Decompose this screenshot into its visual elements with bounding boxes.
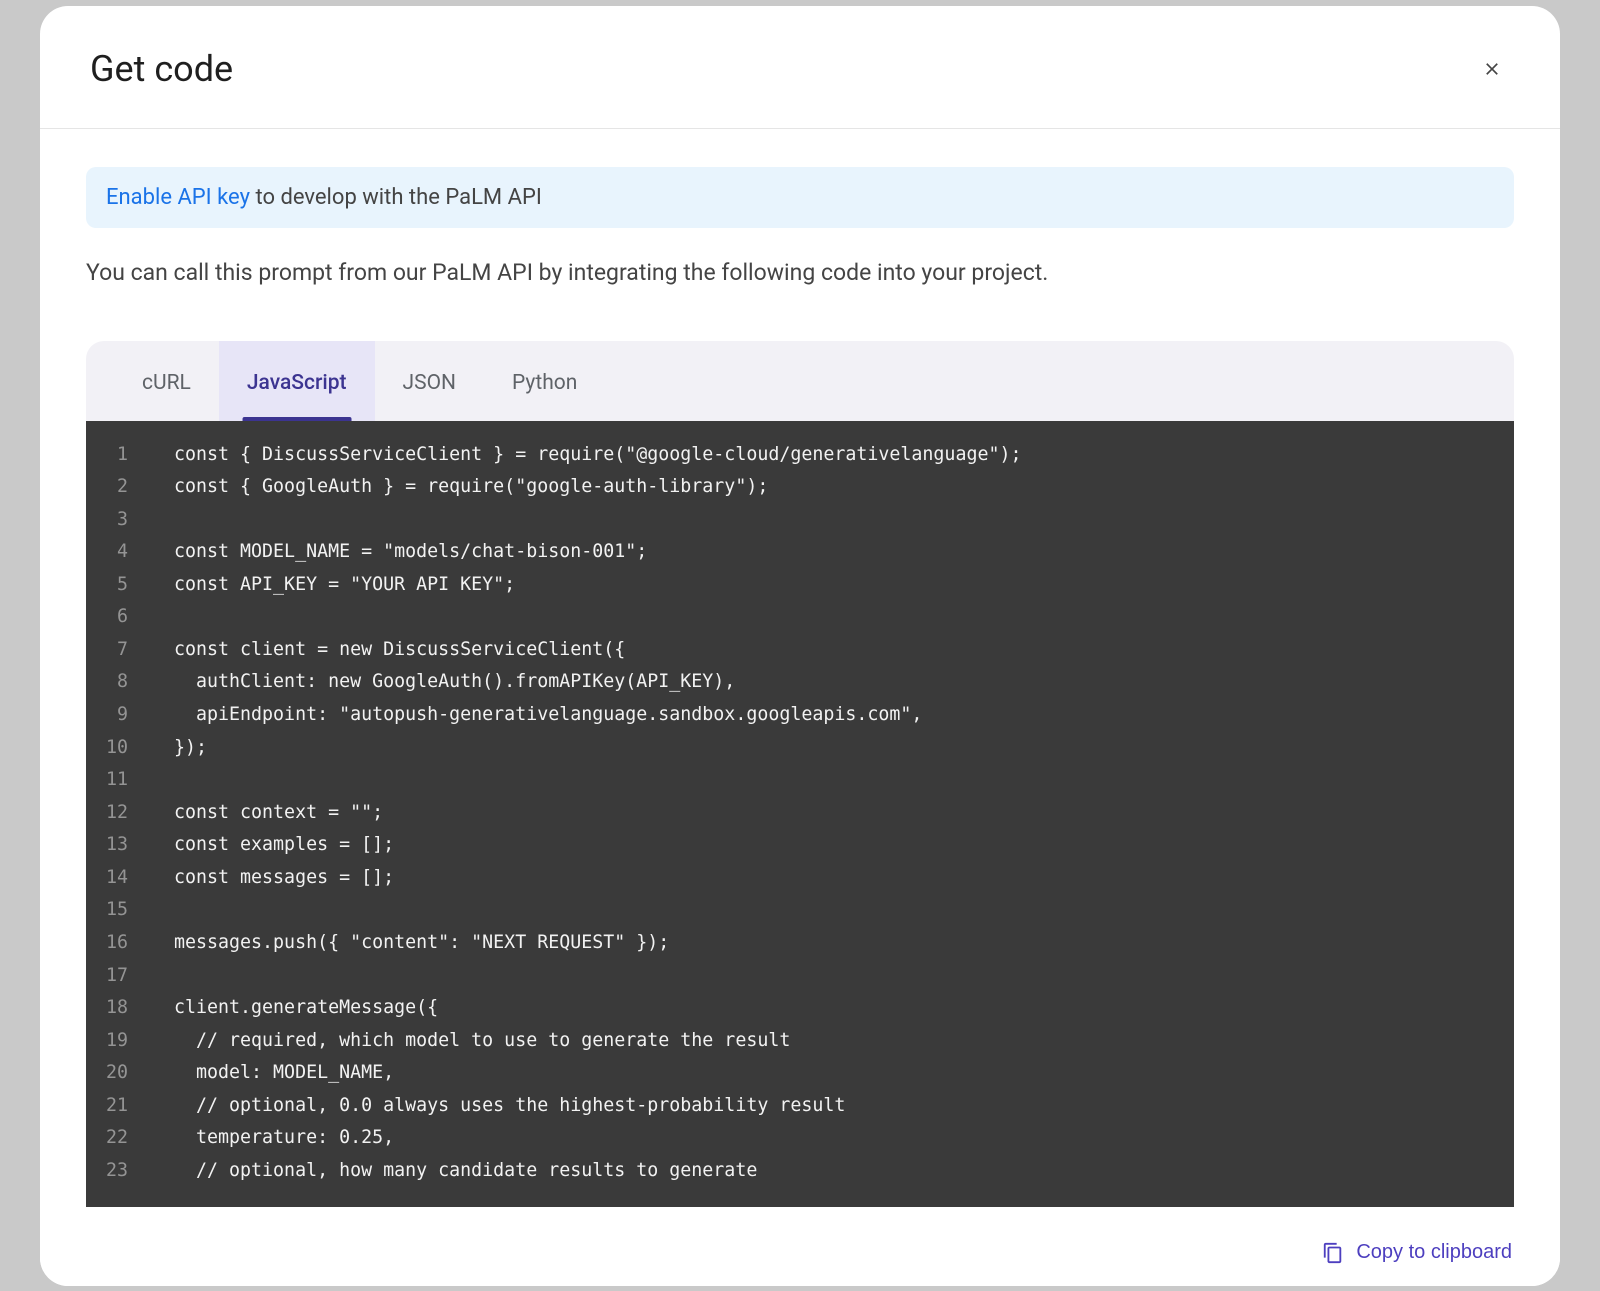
code-line: 1const { DiscussServiceClient } = requir… (86, 439, 1514, 472)
line-number: 7 (86, 634, 146, 667)
code-text: // optional, how many candidate results … (146, 1155, 757, 1188)
code-line: 15 (86, 894, 1514, 927)
code-text: // optional, 0.0 always uses the highest… (146, 1090, 845, 1123)
code-card: cURL JavaScript JSON Python 1const { Dis… (86, 341, 1514, 1208)
modal-footer: Copy to clipboard (40, 1207, 1560, 1286)
code-text: const client = new DiscussServiceClient(… (146, 634, 625, 667)
line-number: 21 (86, 1090, 146, 1123)
code-text: const examples = []; (146, 829, 394, 862)
code-line: 23 // optional, how many candidate resul… (86, 1155, 1514, 1188)
code-text: model: MODEL_NAME, (146, 1057, 394, 1090)
modal-body: Enable API key to develop with the PaLM … (40, 129, 1560, 1207)
line-number: 23 (86, 1155, 146, 1188)
tab-json[interactable]: JSON (375, 341, 484, 421)
code-text (146, 504, 174, 537)
line-number: 2 (86, 471, 146, 504)
line-number: 5 (86, 569, 146, 602)
code-line: 12const context = ""; (86, 797, 1514, 830)
code-line: 20 model: MODEL_NAME, (86, 1057, 1514, 1090)
line-number: 3 (86, 504, 146, 537)
code-line: 17 (86, 960, 1514, 993)
code-line: 7const client = new DiscussServiceClient… (86, 634, 1514, 667)
copy-to-clipboard-button[interactable]: Copy to clipboard (1310, 1233, 1524, 1272)
line-number: 8 (86, 666, 146, 699)
code-text (146, 960, 174, 993)
code-line: 22 temperature: 0.25, (86, 1122, 1514, 1155)
api-key-banner: Enable API key to develop with the PaLM … (86, 167, 1514, 228)
code-line: 13const examples = []; (86, 829, 1514, 862)
line-number: 17 (86, 960, 146, 993)
code-text: const { GoogleAuth } = require("google-a… (146, 471, 768, 504)
tab-python[interactable]: Python (484, 341, 605, 421)
code-line: 4const MODEL_NAME = "models/chat-bison-0… (86, 536, 1514, 569)
code-line: 14const messages = []; (86, 862, 1514, 895)
line-number: 14 (86, 862, 146, 895)
tabs-row: cURL JavaScript JSON Python (86, 341, 1514, 421)
line-number: 15 (86, 894, 146, 927)
code-line: 10}); (86, 732, 1514, 765)
code-block[interactable]: 1const { DiscussServiceClient } = requir… (86, 421, 1514, 1208)
code-text: const MODEL_NAME = "models/chat-bison-00… (146, 536, 647, 569)
modal-title: Get code (90, 48, 233, 90)
line-number: 16 (86, 927, 146, 960)
code-line: 19 // required, which model to use to ge… (86, 1025, 1514, 1058)
code-text: const { DiscussServiceClient } = require… (146, 439, 1021, 472)
line-number: 12 (86, 797, 146, 830)
code-text (146, 601, 174, 634)
get-code-modal: Get code Enable API key to develop with … (40, 6, 1560, 1286)
code-text: }); (146, 732, 207, 765)
code-line: 8 authClient: new GoogleAuth().fromAPIKe… (86, 666, 1514, 699)
code-line: 11 (86, 764, 1514, 797)
line-number: 4 (86, 536, 146, 569)
line-number: 22 (86, 1122, 146, 1155)
banner-text: to develop with the PaLM API (250, 185, 542, 210)
description-text: You can call this prompt from our PaLM A… (86, 256, 1514, 291)
code-text (146, 894, 174, 927)
line-number: 20 (86, 1057, 146, 1090)
code-line: 2const { GoogleAuth } = require("google-… (86, 471, 1514, 504)
line-number: 9 (86, 699, 146, 732)
modal-header: Get code (40, 6, 1560, 129)
enable-api-key-link[interactable]: Enable API key (106, 185, 250, 210)
code-line: 9 apiEndpoint: "autopush-generativelangu… (86, 699, 1514, 732)
code-text: messages.push({ "content": "NEXT REQUEST… (146, 927, 669, 960)
line-number: 6 (86, 601, 146, 634)
line-number: 19 (86, 1025, 146, 1058)
code-line: 16messages.push({ "content": "NEXT REQUE… (86, 927, 1514, 960)
code-text: const messages = []; (146, 862, 394, 895)
line-number: 18 (86, 992, 146, 1025)
code-text (146, 764, 174, 797)
code-line: 5const API_KEY = "YOUR API KEY"; (86, 569, 1514, 602)
code-line: 6 (86, 601, 1514, 634)
code-text: apiEndpoint: "autopush-generativelanguag… (146, 699, 922, 732)
code-text: const context = ""; (146, 797, 383, 830)
line-number: 11 (86, 764, 146, 797)
tab-javascript[interactable]: JavaScript (219, 341, 375, 421)
close-button[interactable] (1474, 51, 1510, 87)
code-text: const API_KEY = "YOUR API KEY"; (146, 569, 515, 602)
code-text: client.generateMessage({ (146, 992, 438, 1025)
code-line: 21 // optional, 0.0 always uses the high… (86, 1090, 1514, 1123)
copy-label: Copy to clipboard (1356, 1241, 1512, 1264)
code-line: 18client.generateMessage({ (86, 992, 1514, 1025)
copy-icon (1322, 1242, 1344, 1264)
code-line: 3 (86, 504, 1514, 537)
code-text: authClient: new GoogleAuth().fromAPIKey(… (146, 666, 735, 699)
line-number: 1 (86, 439, 146, 472)
line-number: 10 (86, 732, 146, 765)
code-text: temperature: 0.25, (146, 1122, 394, 1155)
code-text: // required, which model to use to gener… (146, 1025, 790, 1058)
tab-curl[interactable]: cURL (114, 341, 219, 421)
close-icon (1482, 59, 1502, 79)
line-number: 13 (86, 829, 146, 862)
